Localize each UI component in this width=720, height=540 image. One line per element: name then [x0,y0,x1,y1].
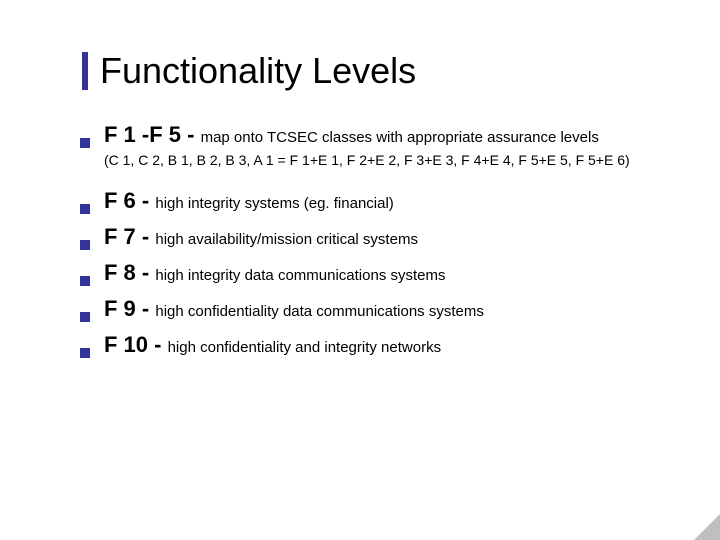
corner-fold-icon [694,514,720,540]
item-desc: high confidentiality and integrity netwo… [168,339,442,356]
title-accent-bar [82,52,88,90]
list-item: F 9 - high confidentiality data communic… [80,296,660,322]
bullet-icon [80,348,90,358]
dash: - [136,296,156,321]
title-wrap: Functionality Levels [100,50,660,92]
dash: - [136,188,156,213]
list-item: F 7 - high availability/mission critical… [80,224,660,250]
list-item: F 6 - high integrity systems (eg. financ… [80,188,660,214]
item-text: F 1 -F 5 - map onto TCSEC classes with a… [104,122,660,148]
item-label: F 7 [104,224,136,249]
dash: - [136,260,156,285]
item-text: F 9 - high confidentiality data communic… [104,296,660,322]
list-item: F 10 - high confidentiality and integrit… [80,332,660,358]
list-item: F 8 - high integrity data communications… [80,260,660,286]
item-desc: map onto TCSEC classes with appropriate … [201,129,599,146]
bullet-icon [80,204,90,214]
item-label: F 10 [104,332,148,357]
item-text: F 10 - high confidentiality and integrit… [104,332,660,358]
slide: Functionality Levels F 1 -F 5 - map onto… [0,0,720,408]
content: F 1 -F 5 - map onto TCSEC classes with a… [80,122,660,358]
item-text: F 7 - high availability/mission critical… [104,224,660,250]
item-label: F 8 [104,260,136,285]
item-desc: high integrity systems (eg. financial) [155,195,393,212]
bullet-icon [80,138,90,148]
dash: - [148,332,168,357]
item-desc: high integrity data communications syste… [155,267,445,284]
bullet-icon [80,276,90,286]
item-label: F 6 [104,188,136,213]
slide-title: Functionality Levels [100,50,660,92]
item-text: F 6 - high integrity systems (eg. financ… [104,188,660,214]
item-text: F 8 - high integrity data communications… [104,260,660,286]
dash: - [181,122,201,147]
item-label: F 1 -F 5 [104,122,181,147]
item-subline: (C 1, C 2, B 1, B 2, B 3, A 1 = F 1+E 1,… [104,152,660,168]
item-desc: high confidentiality data communications… [155,303,484,320]
list-item: F 1 -F 5 - map onto TCSEC classes with a… [80,122,660,148]
bullet-icon [80,240,90,250]
item-desc: high availability/mission critical syste… [155,231,418,248]
item-label: F 9 [104,296,136,321]
dash: - [136,224,156,249]
bullet-icon [80,312,90,322]
